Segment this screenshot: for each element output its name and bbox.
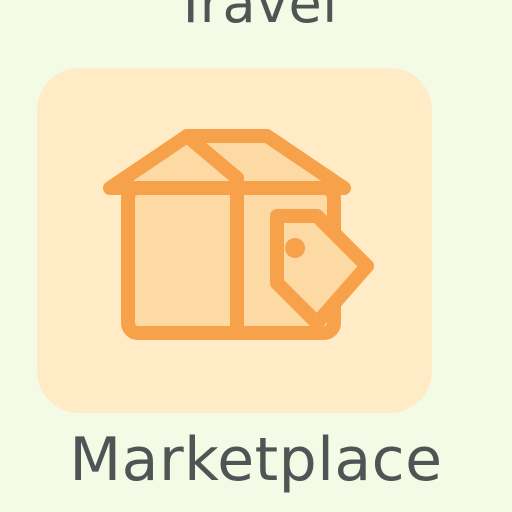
- box-with-price-tag-icon: [103, 129, 374, 340]
- app-icon-page: Travel Marketplace: [0, 0, 512, 512]
- icon-tile[interactable]: [37, 68, 432, 413]
- title-top: Travel: [174, 0, 338, 35]
- title-bottom: Marketplace: [69, 425, 443, 495]
